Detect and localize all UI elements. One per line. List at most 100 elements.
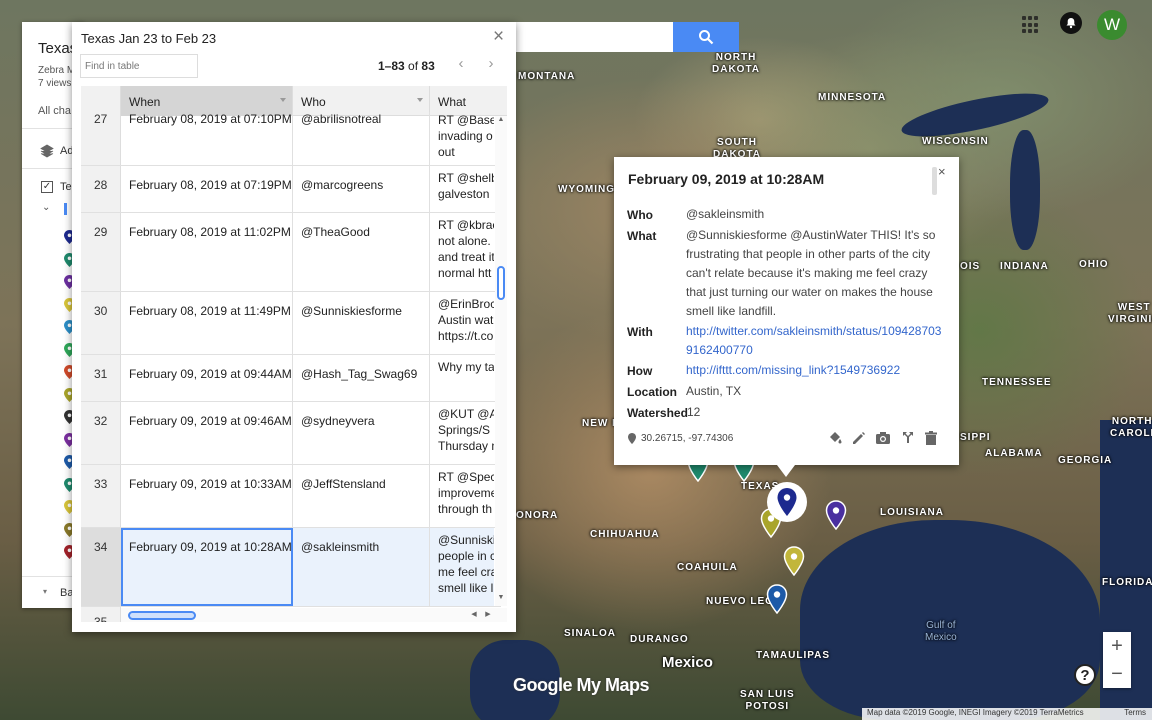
scrollbar-thumb[interactable] bbox=[497, 266, 505, 300]
label-gulf-of-mexico: Gulf of Mexico bbox=[925, 620, 957, 643]
add-layer-icon[interactable] bbox=[40, 144, 54, 158]
label-chihuahua: CHIHUAHUA bbox=[590, 529, 660, 540]
layer-style-icon[interactable] bbox=[64, 203, 67, 215]
scroll-down-icon[interactable]: ▼ bbox=[496, 594, 506, 604]
row-number: 35 bbox=[81, 607, 121, 622]
label-west-virginia: WEST VIRGINIA bbox=[1108, 302, 1152, 325]
chevron-right-icon[interactable]: › bbox=[481, 55, 501, 75]
map-attribution: Map data ©2019 Google, INEGI Imagery ©20… bbox=[862, 708, 1152, 720]
vertical-scrollbar[interactable]: ▲ ▼ bbox=[495, 116, 507, 606]
table-row[interactable]: 27 February 08, 2019 at 07:10PM @abrilis… bbox=[81, 112, 501, 166]
label-coahuila: COAHUILA bbox=[677, 562, 738, 573]
card-title: February 09, 2019 at 10:28AM bbox=[628, 171, 825, 187]
cell-who[interactable]: @Hash_Tag_Swag69 bbox=[293, 355, 430, 401]
zoom-in-button[interactable]: + bbox=[1103, 632, 1131, 660]
cell-who[interactable]: @marcogreens bbox=[293, 166, 430, 212]
table-row[interactable]: 28 February 08, 2019 at 07:19PM @marcogr… bbox=[81, 166, 501, 213]
who-label: Who bbox=[627, 208, 653, 222]
with-value: http://twitter.com/sakleinsmith/status/1… bbox=[686, 322, 948, 360]
cell-what[interactable]: RT @kbrac not alone. and treat it normal… bbox=[430, 213, 494, 291]
card-scrollbar[interactable] bbox=[932, 167, 937, 195]
camera-icon[interactable] bbox=[874, 429, 892, 447]
cell-who[interactable]: @abrilisnotreal bbox=[293, 112, 430, 165]
cell-when[interactable]: February 09, 2019 at 10:33AM bbox=[121, 465, 293, 527]
cell-what[interactable]: @Sunniski people in c me feel cra smell … bbox=[430, 528, 494, 606]
cell-when[interactable]: February 08, 2019 at 07:19PM bbox=[121, 166, 293, 212]
table-row[interactable]: 31 February 09, 2019 at 09:44AM @Hash_Ta… bbox=[81, 355, 501, 402]
layer-name[interactable]: Te bbox=[60, 181, 72, 193]
help-button[interactable]: ? bbox=[1074, 664, 1096, 686]
cell-who[interactable]: @Sunniskiesforme bbox=[293, 292, 430, 354]
sort-icon[interactable] bbox=[417, 98, 423, 102]
table-row[interactable]: 30 February 08, 2019 at 11:49PM @Sunnisk… bbox=[81, 292, 501, 355]
zoom-out-button[interactable]: − bbox=[1103, 660, 1131, 688]
map-search-input[interactable] bbox=[510, 22, 673, 52]
pager-info: 1–83 of 83 bbox=[378, 59, 435, 73]
selected-map-pin-icon[interactable] bbox=[776, 487, 798, 517]
notifications-button[interactable] bbox=[1060, 12, 1082, 34]
directions-icon[interactable] bbox=[899, 429, 917, 447]
bell-icon bbox=[1066, 18, 1076, 29]
table-row-selected[interactable]: 34 February 09, 2019 at 10:28AM @saklein… bbox=[81, 528, 501, 607]
coordinates-text: 30.26715, -97.74306 bbox=[641, 433, 734, 444]
cell-who[interactable]: @sydneyvera bbox=[293, 402, 430, 464]
cell-what[interactable]: @KUT @A Springs/S Thursday n bbox=[430, 402, 494, 464]
cell-when[interactable]: February 08, 2019 at 11:02PM bbox=[121, 213, 293, 291]
cell-who[interactable]: @TheaGood bbox=[293, 213, 430, 291]
table-row[interactable]: 32 February 09, 2019 at 09:46AM @sydneyv… bbox=[81, 402, 501, 465]
terms-link[interactable]: Terms bbox=[1124, 708, 1146, 717]
cell-when[interactable]: February 09, 2019 at 09:44AM bbox=[121, 355, 293, 401]
scroll-left-icon[interactable]: ◀ bbox=[469, 610, 479, 620]
cell-what[interactable]: RT @Base invading o out bbox=[430, 112, 494, 165]
sort-icon[interactable] bbox=[280, 98, 286, 102]
label-north-dakota: NORTH DAKOTA bbox=[712, 52, 761, 75]
cell-when[interactable]: February 08, 2019 at 07:10PM bbox=[121, 112, 293, 165]
edit-pencil-icon[interactable] bbox=[850, 429, 868, 447]
how-link[interactable]: http://ifttt.com/missing_link?1549736922 bbox=[686, 363, 900, 377]
row-number: 29 bbox=[81, 213, 121, 291]
cell-when[interactable]: February 08, 2019 at 11:49PM bbox=[121, 292, 293, 354]
how-label: How bbox=[627, 364, 653, 378]
with-link[interactable]: http://twitter.com/sakleinsmith/status/1… bbox=[686, 324, 941, 357]
map-views: 7 views bbox=[38, 78, 72, 89]
cell-when[interactable]: February 09, 2019 at 10:28AM bbox=[121, 528, 293, 606]
google-my-maps-logo: Google My Maps bbox=[513, 675, 650, 695]
search-button[interactable] bbox=[673, 22, 739, 52]
table-row[interactable]: 29 February 08, 2019 at 11:02PM @TheaGoo… bbox=[81, 213, 501, 292]
table-row[interactable]: 33 February 09, 2019 at 10:33AM @JeffSte… bbox=[81, 465, 501, 528]
label-north-carolina: NORTH CAROLI bbox=[1110, 416, 1152, 439]
chevron-down-icon[interactable]: ⌄ bbox=[42, 202, 50, 213]
find-in-table-input[interactable] bbox=[80, 54, 198, 78]
cell-who[interactable]: @sakleinsmith bbox=[293, 528, 430, 606]
horizontal-scrollbar[interactable]: ◀ ▶ bbox=[121, 608, 507, 622]
close-icon[interactable]: × bbox=[493, 26, 504, 48]
scroll-right-icon[interactable]: ▶ bbox=[483, 610, 493, 620]
map-description: Zebra M bbox=[38, 65, 76, 76]
chevron-left-icon[interactable]: ‹ bbox=[451, 55, 471, 75]
coordinates: 30.26715, -97.74306 bbox=[628, 433, 733, 444]
account-avatar[interactable]: W bbox=[1097, 10, 1127, 40]
cell-what[interactable]: RT @shelb galveston bbox=[430, 166, 494, 212]
paint-bucket-icon[interactable] bbox=[826, 429, 844, 447]
cell-when[interactable]: February 09, 2019 at 09:46AM bbox=[121, 402, 293, 464]
cell-what[interactable]: @ErinBroc Austin wat https://t.co bbox=[430, 292, 494, 354]
apps-grid-icon[interactable] bbox=[1022, 16, 1040, 34]
column-label: When bbox=[129, 95, 161, 109]
cell-what[interactable]: RT @Spec improveme through th bbox=[430, 465, 494, 527]
cell-who[interactable]: @JeffStensland bbox=[293, 465, 430, 527]
trash-icon[interactable] bbox=[922, 429, 940, 447]
label-sinaloa: SINALOA bbox=[564, 628, 616, 639]
label-ohio: OHIO bbox=[1079, 259, 1109, 270]
map-pin-icon[interactable] bbox=[783, 546, 805, 576]
chevron-down-icon[interactable]: ▾ bbox=[43, 587, 47, 596]
scroll-up-icon[interactable]: ▲ bbox=[496, 116, 506, 126]
label-wisconsin: WISCONSIN bbox=[922, 136, 989, 147]
scrollbar-thumb[interactable] bbox=[128, 611, 196, 620]
data-table-dialog: Texas Jan 23 to Feb 23 × 1–83 of 83 ‹ › … bbox=[72, 22, 516, 632]
row-number: 32 bbox=[81, 402, 121, 464]
layer-checkbox[interactable]: ✓ bbox=[41, 181, 53, 193]
map-pin-icon[interactable] bbox=[825, 500, 847, 530]
map-pin-icon[interactable] bbox=[766, 584, 788, 614]
cell-what[interactable]: Why my ta bbox=[430, 355, 494, 401]
close-icon[interactable]: × bbox=[938, 164, 946, 179]
